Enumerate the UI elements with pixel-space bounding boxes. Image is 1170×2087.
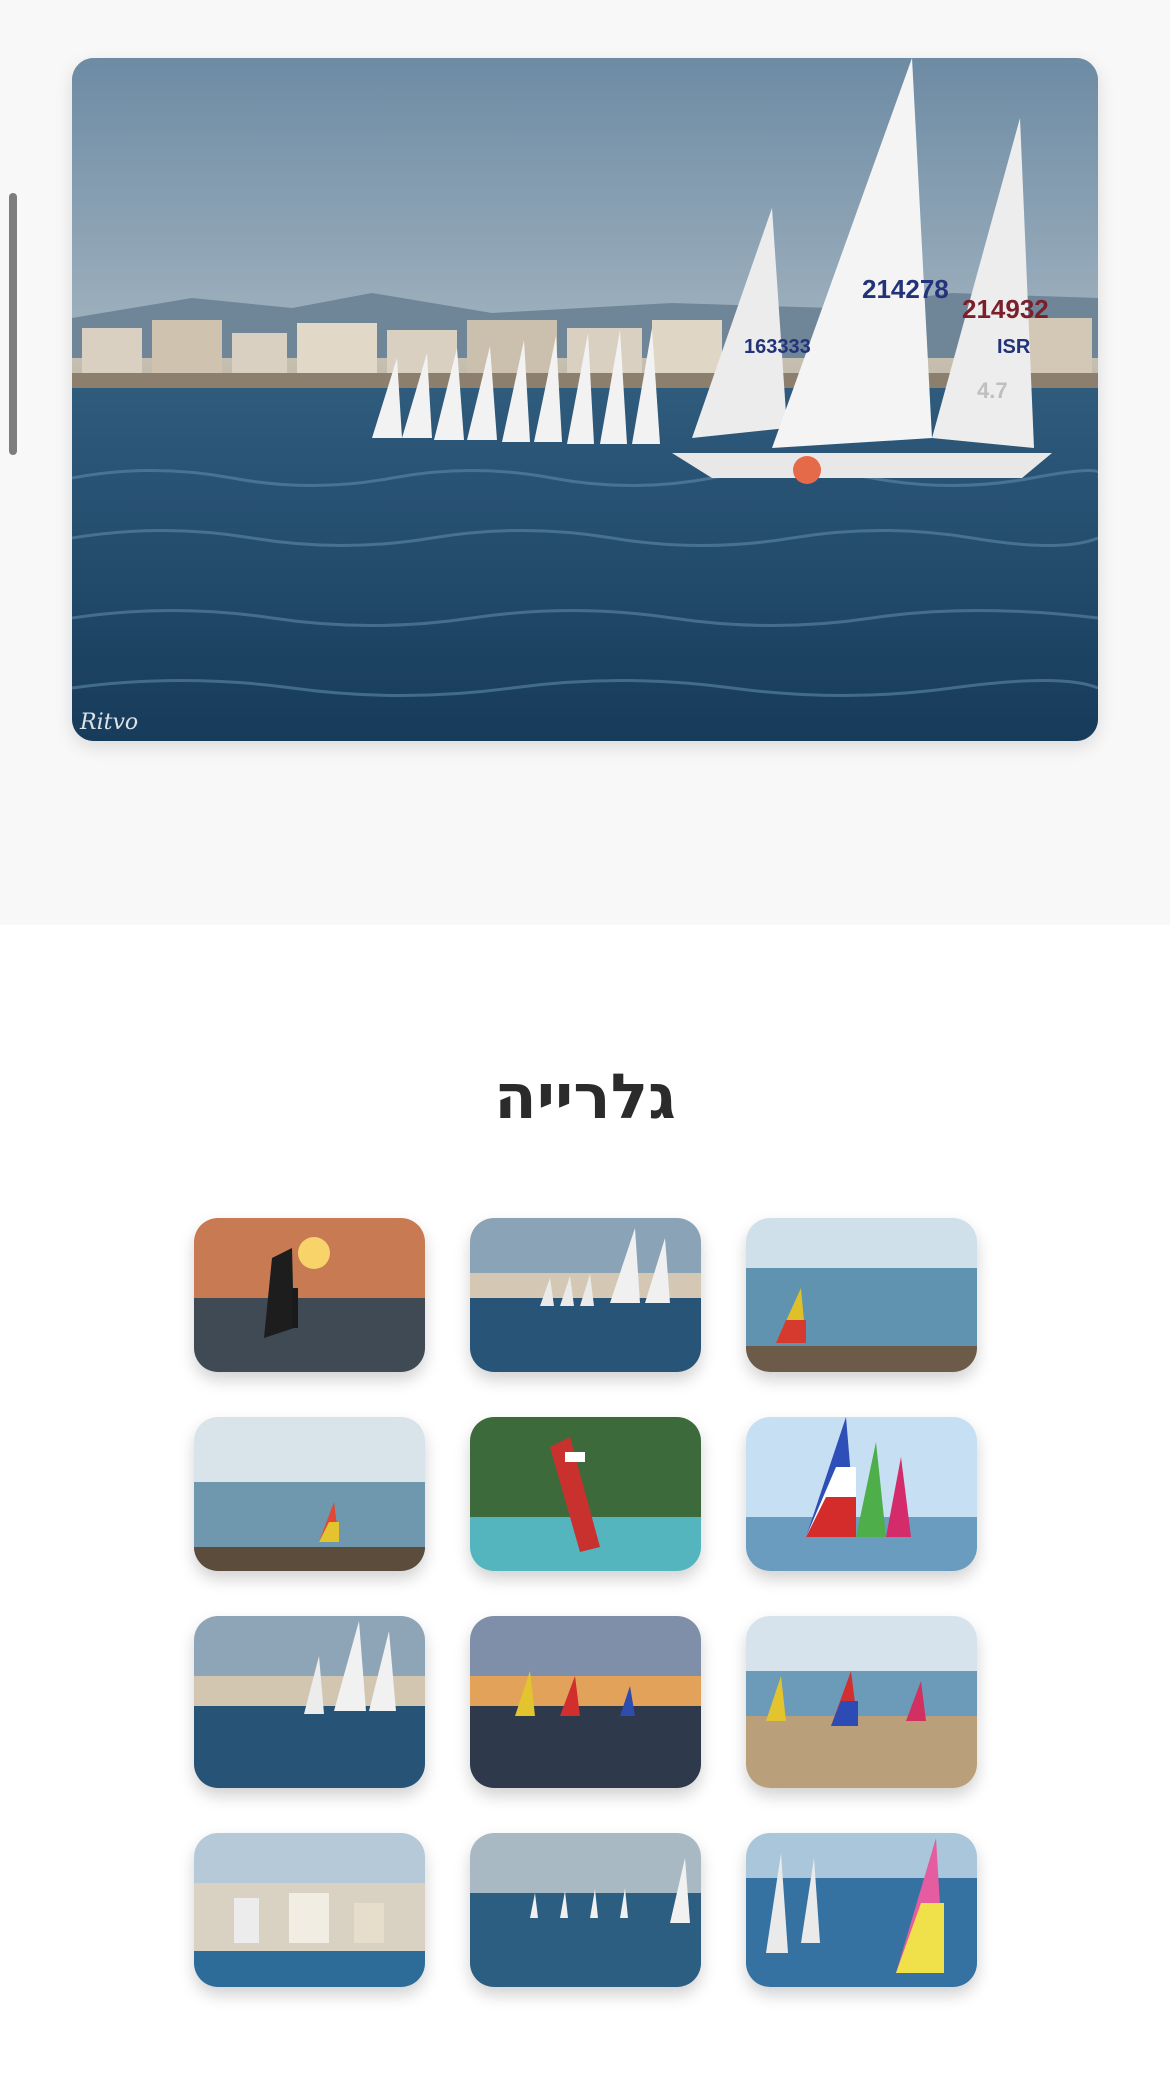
gallery-thumb-laser-fleet[interactable] — [470, 1218, 701, 1372]
gallery-thumb-optimist-fleet[interactable] — [194, 1417, 425, 1571]
gallery-thumb-sunset-wingfoil[interactable] — [194, 1218, 425, 1372]
sail-number-3: 214932 — [962, 294, 1049, 324]
gallery-thumb-colorful-sails[interactable] — [746, 1417, 977, 1571]
gallery-thumb-beach-launch[interactable] — [746, 1616, 977, 1788]
hero-image[interactable]: 163333 214278 214932 ISR 4.7 Ritvo — [72, 58, 1098, 741]
photo-watermark: Ritvo — [80, 710, 139, 735]
sail-country-code: ISR — [997, 336, 1031, 358]
gallery-thumb-optimist-beach[interactable] — [746, 1218, 977, 1372]
gallery-thumb-regatta[interactable] — [470, 1833, 701, 1987]
gallery-thumb-optimist-sunset[interactable] — [470, 1616, 701, 1788]
gallery-thumb-windsurfer-forest[interactable] — [470, 1417, 701, 1571]
sail-number-2: 214278 — [862, 274, 949, 304]
sail-number-1: 163333 — [744, 336, 811, 358]
gallery-thumb-laser-racing[interactable] — [194, 1616, 425, 1788]
gallery-grid — [194, 1218, 977, 2032]
scroll-indicator[interactable] — [9, 193, 17, 455]
hero-section: 163333 214278 214932 ISR 4.7 Ritvo — [0, 0, 1170, 925]
sail-class: 4.7 — [977, 378, 1008, 403]
gallery-thumb-race-start[interactable] — [746, 1833, 977, 1987]
gallery-title: גלרייה — [494, 1060, 676, 1133]
gallery-thumb-coastal-city[interactable] — [194, 1833, 425, 1987]
hero-photo: 163333 214278 214932 ISR 4.7 — [72, 58, 1098, 741]
